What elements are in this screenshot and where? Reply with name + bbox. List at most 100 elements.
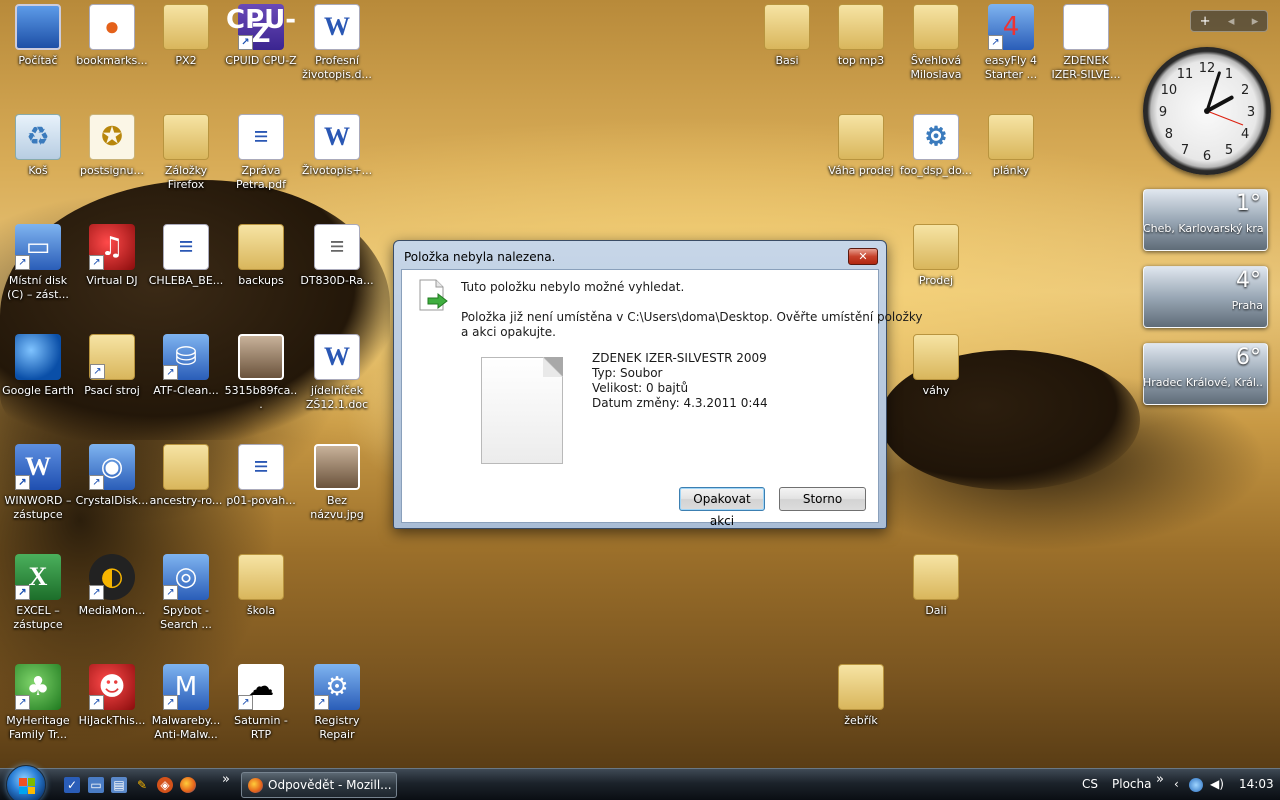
desktop-icon-5315b89fca[interactable]: 5315b89fca... [223,334,299,412]
desktop-icon-ancestry[interactable]: ancestry-ro... [148,444,224,508]
desktop-icon-label: Malwareby... Anti-Malw... [151,714,221,741]
weather-gadget-praha[interactable]: 4° Praha [1143,266,1268,328]
desktop-icon-malwarebytes[interactable]: M Malwareby... Anti-Malw... [148,664,224,742]
explorer-icon[interactable]: ▤ [111,777,127,793]
desktop-icon-registry-repair[interactable]: ⚙ Registry Repair [299,664,375,742]
desktop-icon-chleba[interactable]: ≡ CHLEBA_BE... [148,224,224,288]
desktop-icon-label: DT830D-Ra... [300,274,374,287]
file-modified-date: Datum změny: 4.3.2011 0:44 [592,396,768,410]
desktop-icon-atf-cleaner[interactable]: ⛁ ATF-Clean... [148,334,224,398]
desktop-icon-zebrik[interactable]: žebřík [823,664,899,728]
desktop-icon-dali[interactable]: Dali [898,554,974,618]
quicklaunch-app-icon[interactable]: ◈ [157,777,173,793]
next-icon[interactable]: ▸ [1252,14,1259,29]
desktop-icon-label: Virtual DJ [86,274,138,287]
desktop-icon-label: CPUID CPU-Z [225,54,297,67]
desktop-icon-bookmarks[interactable]: ● bookmarks... [74,4,150,68]
folder-icon [838,4,884,50]
desktop-icon-postsignum[interactable]: ✪ postsignu... [74,114,150,178]
desktop-icon-backups[interactable]: backups [223,224,299,288]
desktop-icon-planky[interactable]: plánky [973,114,1049,178]
desktop-icon-myheritage[interactable]: ♣ MyHeritage Family Tr... [0,664,76,742]
desktop-icon-px2[interactable]: PX2 [148,4,224,68]
desktop-icon-profesni-zivotopis[interactable]: W Profesní životopis.d... [299,4,375,82]
desktop-icon-prodej[interactable]: Prodej [898,224,974,288]
desktop-icon-zprava-petra[interactable]: ≡ Zpráva Petra.pdf [223,114,299,192]
language-indicator[interactable]: CS [1082,777,1098,791]
desktop-icon-dt830d[interactable]: ≡ DT830D-Ra... [299,224,375,288]
desktop-icon-crystaldisk[interactable]: ◉ CrystalDisk... [74,444,150,508]
taskbar-button-firefox[interactable]: Odpovědět - Mozill... [241,772,397,798]
previous-icon[interactable]: ◂ [1228,14,1235,29]
switch-windows-icon[interactable]: ▭ [88,777,104,793]
add-gadget-icon[interactable]: + [1200,14,1211,29]
desktop-toolbar-label[interactable]: Plocha [1112,777,1151,791]
virtual-dj-icon: ♫ [89,224,135,270]
taskbar: ✓ ▭ ▤ ✎ ◈ » Odpovědět - Mozill... CS Plo… [0,765,1280,800]
easyfly-icon: 4 [988,4,1034,50]
desktop-icon-label: 5315b89fca... [224,384,298,411]
tray-expand-icon[interactable]: ‹ [1174,777,1179,791]
start-button[interactable] [6,765,46,800]
desktop-icon-saturnin[interactable]: ☁ Saturnin - RTP [223,664,299,742]
desktop-icon-zalozky-firefox[interactable]: Záložky Firefox [148,114,224,192]
retry-button[interactable]: Opakovat akci [679,487,765,528]
item-not-found-dialog: Položka nebyla nalezena. ✕ Tuto položku … [393,240,923,529]
desktop-icon-virtual-dj[interactable]: ♫ Virtual DJ [74,224,150,288]
desktop-icon-spybot[interactable]: ◎ Spybot - Search ... [148,554,224,632]
desktop-icon-zdenek-izer[interactable]: ZDENEK IZER-SILVE... [1048,4,1124,82]
mediamonkey-icon: ◐ [89,554,135,600]
volume-icon[interactable]: ◀) [1210,777,1224,791]
desktop-icon-mediamonkey[interactable]: ◐ MediaMon... [74,554,150,618]
toolbar-overflow-chevron[interactable]: » [1156,772,1164,787]
show-desktop-icon[interactable]: ✓ [64,777,80,793]
desktop-icon-local-disk[interactable]: ▭ Místní disk (C) – zást... [0,224,76,302]
desktop-icon-foo-dsp[interactable]: ⚙ foo_dsp_do... [898,114,974,178]
desktop-icon-bez-nazvu[interactable]: Bez názvu.jpg [299,444,375,522]
folder-icon [838,114,884,160]
desktop-icon-p01-povah[interactable]: ≡ p01-povah... [223,444,299,508]
desktop-icon-label: bookmarks... [76,54,148,67]
firefox-icon[interactable] [180,777,196,793]
desktop-icon-basi[interactable]: Basi [749,4,825,68]
network-icon[interactable] [1189,778,1203,792]
folder-icon [913,554,959,600]
desktop-icon-winword[interactable]: W WINWORD – zástupce [0,444,76,522]
desktop-icon-google-earth[interactable]: Google Earth [0,334,76,398]
quicklaunch-app-icon[interactable]: ✎ [134,777,150,793]
desktop-icon-top-mp3[interactable]: top mp3 [823,4,899,68]
desktop-icon-psaci-stroj[interactable]: Psací stroj [74,334,150,398]
cancel-button[interactable]: Storno [779,487,866,511]
desktop-icon-excel[interactable]: X EXCEL – zástupce [0,554,76,632]
desktop-icon-label: Koš [28,164,48,177]
weather-gadget-hradec[interactable]: 6° Hradec Králové, Král... [1143,343,1268,405]
desktop-icon-label: Bez názvu.jpg [310,494,364,521]
desktop-icon-label: postsignu... [80,164,144,177]
word-document-icon: W [314,4,360,50]
dialog-heading: Tuto položku nebylo možné vyhledat. [461,280,685,294]
clock-numeral: 4 [1241,127,1249,142]
desktop-icon-label: p01-povah... [226,494,296,507]
desktop-icon-jidelnicek[interactable]: Wjídelníček ZŠ12.1.doc [299,334,375,412]
desktop-icon-easyfly[interactable]: 4 easyFly 4 Starter ... [973,4,1049,82]
desktop-icon-skola[interactable]: škola [223,554,299,618]
desktop-icon-zivotopis[interactable]: W Životopis+... [299,114,375,178]
file-name: ZDENEK IZER-SILVESTR 2009 [592,351,767,365]
close-button[interactable]: ✕ [848,248,878,265]
desktop-icon-label: Psací stroj [84,384,140,397]
clock-gadget[interactable]: 12 1 2 3 4 5 6 7 8 9 10 11 [1143,47,1271,175]
file-type: Typ: Soubor [592,366,663,380]
pdf-document-icon: ≡ [238,114,284,160]
desktop-icon-vaha-prodej[interactable]: Váha prodej [823,114,899,178]
weather-gadget-cheb[interactable]: 1° Cheb, Karlovarský kraj [1143,189,1268,251]
desktop-icon-hijackthis[interactable]: ☻ HiJackThis... [74,664,150,728]
desktop-icon-computer[interactable]: Počítač [0,4,76,68]
desktop-icon-label: Místní disk (C) – zást... [7,274,69,301]
clock-time[interactable]: 14:03 [1239,777,1274,791]
quicklaunch-overflow-chevron[interactable]: » [222,772,230,787]
desktop-icon-svehlova[interactable]: Švehlová Miloslava [898,4,974,82]
desktop-icon-cpuz[interactable]: CPU-Z CPUID CPU-Z [223,4,299,68]
desktop-icon-recycle-bin[interactable]: ♻ Koš [0,114,76,178]
desktop-icon-label: Profesní životopis.d... [302,54,372,81]
desktop-icon-vahy[interactable]: váhy [898,334,974,398]
